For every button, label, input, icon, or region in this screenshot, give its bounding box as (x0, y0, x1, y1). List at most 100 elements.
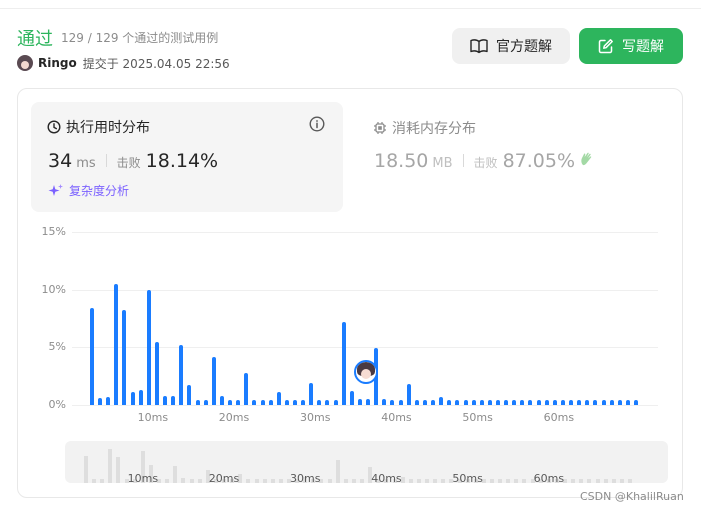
runtime-bar[interactable] (544, 400, 549, 405)
top-divider (0, 8, 701, 9)
runtime-bar[interactable] (463, 400, 468, 405)
runtime-bar[interactable] (634, 400, 639, 405)
my-submission-marker[interactable] (354, 360, 378, 384)
runtime-bar[interactable] (366, 399, 371, 405)
runtime-bar[interactable] (219, 395, 224, 405)
runtime-bar[interactable] (154, 341, 159, 405)
runtime-bar[interactable] (520, 400, 525, 405)
runtime-bar[interactable] (569, 400, 574, 405)
runtime-bar[interactable] (577, 400, 582, 405)
runtime-bar[interactable] (260, 400, 265, 405)
runtime-bar[interactable] (146, 289, 151, 405)
runtime-bar[interactable] (536, 400, 541, 405)
runtime-bar[interactable] (593, 400, 598, 405)
runtime-bar[interactable] (422, 400, 427, 405)
runtime-unit: ms (76, 156, 96, 171)
runtime-bar[interactable] (138, 390, 143, 405)
runtime-bar[interactable] (301, 400, 306, 405)
complexity-analysis-link[interactable]: 复杂度分析 (48, 182, 129, 199)
x-tick-label: 40ms (381, 411, 412, 424)
runtime-bar[interactable] (163, 395, 168, 405)
author-name[interactable]: Ringo (38, 56, 77, 70)
runtime-bar[interactable] (252, 400, 257, 405)
runtime-bar[interactable] (179, 345, 184, 405)
runtime-bar[interactable] (211, 356, 216, 405)
runtime-bar[interactable] (496, 400, 500, 405)
runtime-bar[interactable] (309, 383, 314, 405)
overview-tick-label: 60ms (533, 472, 565, 485)
runtime-bar[interactable] (431, 400, 436, 405)
runtime-bar[interactable] (130, 392, 135, 405)
overview-bar (571, 479, 576, 483)
info-icon[interactable] (309, 116, 325, 132)
y-tick-label: 10% (41, 282, 66, 296)
x-tick-label: 20ms (218, 411, 250, 424)
runtime-bar[interactable] (390, 400, 395, 405)
runtime-bar[interactable] (439, 396, 444, 405)
runtime-bar[interactable] (333, 400, 338, 405)
overview-bar (408, 479, 413, 483)
runtime-bar[interactable] (406, 384, 411, 405)
runtime-bar[interactable] (341, 321, 346, 405)
overview-tick-label: 30ms (290, 472, 321, 485)
overview-bar (522, 479, 527, 483)
runtime-bar[interactable] (244, 372, 249, 405)
runtime-bar[interactable] (601, 400, 606, 405)
separator (105, 154, 107, 167)
runtime-bar[interactable] (625, 400, 630, 405)
runtime-bar[interactable] (187, 385, 192, 405)
memory-panel-title[interactable]: 消耗内存分布 (373, 118, 476, 138)
overview-bar (100, 479, 105, 483)
runtime-bar[interactable] (447, 400, 452, 405)
overview-tick-label: 10ms (127, 472, 159, 485)
runtime-bar[interactable] (349, 391, 354, 405)
runtime-bar[interactable] (268, 400, 273, 405)
chip-icon (374, 122, 386, 134)
book-icon (470, 39, 488, 54)
runtime-bar[interactable] (325, 400, 330, 405)
runtime-bar[interactable] (357, 399, 362, 405)
runtime-bar[interactable] (203, 400, 208, 405)
x-tick-label: 50ms (462, 411, 493, 424)
runtime-bar[interactable] (528, 400, 533, 405)
runtime-bar[interactable] (455, 400, 460, 405)
runtime-bar[interactable] (471, 400, 476, 405)
clock-icon (47, 120, 61, 134)
runtime-bar[interactable] (114, 283, 119, 405)
runtime-bar[interactable] (236, 400, 241, 405)
runtime-bar[interactable] (195, 400, 200, 405)
runtime-bar[interactable] (504, 400, 509, 405)
y-tick-label: 0% (48, 398, 66, 411)
runtime-bar[interactable] (90, 308, 94, 405)
runtime-bar[interactable] (552, 400, 557, 405)
test-cases-count: 129 / 129 个通过的测试用例 (61, 31, 219, 45)
runtime-bar[interactable] (293, 400, 297, 405)
runtime-bar[interactable] (228, 400, 233, 405)
runtime-bar[interactable] (585, 400, 590, 405)
runtime-bar[interactable] (479, 400, 484, 405)
author-avatar[interactable] (17, 55, 33, 71)
overview-bar (108, 449, 113, 483)
y-tick-label: 15% (41, 225, 66, 238)
runtime-bar[interactable] (487, 400, 492, 405)
overview-bar (619, 479, 624, 483)
runtime-bar[interactable] (609, 400, 614, 405)
runtime-bar[interactable] (398, 400, 403, 405)
runtime-panel[interactable]: 执行用时分布 34 ms 击败 18.14% 复杂度分析 (31, 102, 343, 212)
write-solution-button[interactable]: 写题解 (579, 28, 683, 64)
runtime-bar[interactable] (171, 395, 176, 405)
runtime-bar[interactable] (276, 392, 281, 405)
runtime-bar[interactable] (382, 399, 387, 405)
runtime-bar[interactable] (98, 398, 103, 405)
official-solution-button[interactable]: 官方题解 (452, 28, 570, 64)
runtime-bar[interactable] (512, 400, 517, 405)
runtime-bar[interactable] (317, 400, 322, 405)
runtime-bar[interactable] (284, 400, 289, 405)
runtime-bar[interactable] (560, 400, 565, 405)
runtime-bar[interactable] (617, 400, 622, 405)
clap-icon (581, 152, 592, 166)
runtime-bar[interactable] (122, 310, 127, 405)
runtime-bar[interactable] (414, 400, 419, 405)
overview-bar (416, 479, 421, 483)
runtime-bar[interactable] (106, 396, 111, 405)
